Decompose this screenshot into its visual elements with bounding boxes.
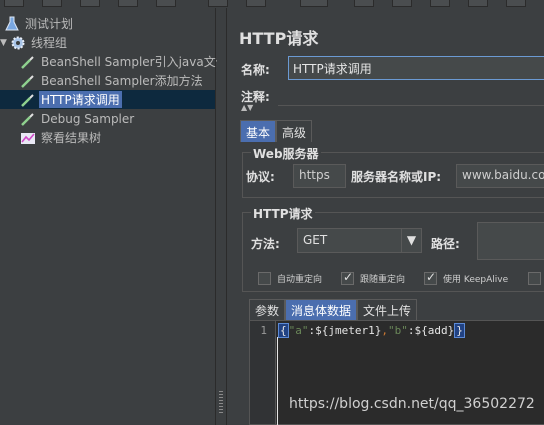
toolbar-button[interactable] <box>506 0 526 7</box>
expand-arrow-icon[interactable]: ▼ <box>0 38 10 48</box>
line-numbers: 1 <box>250 321 276 424</box>
pipette-icon <box>20 92 36 108</box>
tab-body-data[interactable]: 消息体数据 <box>285 299 358 320</box>
checkbox-extra[interactable] <box>528 272 544 285</box>
toolbar-button[interactable] <box>392 0 412 7</box>
checkbox[interactable] <box>528 272 541 285</box>
protocol-label: 协议: <box>246 170 275 184</box>
checkbox-keepalive[interactable]: 使用 KeepAlive <box>424 270 509 285</box>
path-input[interactable] <box>477 222 544 260</box>
toolbar-button[interactable] <box>208 0 228 7</box>
checkbox[interactable] <box>258 272 271 285</box>
tree-item-label: 测试计划 <box>25 17 74 31</box>
checkbox-label: 自动重定向 <box>277 275 323 285</box>
toolbar-button[interactable] <box>156 0 176 7</box>
json-key: "b" <box>387 324 408 337</box>
tree-item-label: 察看结果树 <box>41 131 102 145</box>
tree-item-label: Debug Sampler <box>41 111 135 126</box>
checkbox[interactable] <box>341 270 354 285</box>
toolbar-button[interactable] <box>354 0 374 7</box>
splitter-grip[interactable] <box>219 391 223 415</box>
tab-basic[interactable]: 基本 <box>240 120 277 142</box>
json-key: "a" <box>288 324 309 337</box>
tree-item-label: BeanShell Sampler添加方法 <box>41 74 203 88</box>
watermark: https://blog.csdn.net/qq_36502272 <box>289 396 535 412</box>
close-brace: } <box>454 323 465 338</box>
tree-item-beanshell-import[interactable]: BeanShell Sampler引入java文件 <box>20 52 230 71</box>
tab-advanced[interactable]: 高级 <box>276 120 313 142</box>
tree-item-http-request[interactable]: HTTP请求调用 <box>20 90 122 109</box>
checkbox-label: 使用 KeepAlive <box>443 275 509 285</box>
tree-item-results-tree[interactable]: 察看结果树 <box>20 128 103 147</box>
http-request-group-title: HTTP请求 <box>251 205 315 222</box>
text-cursor <box>277 337 278 425</box>
server-label: 服务器名称或IP: <box>351 170 442 184</box>
pipette-icon <box>20 54 36 70</box>
http-request-panel: HTTP请求 名称: HTTP请求调用 注释: ▲▼ 基本 高级 Web服务器 … <box>226 8 544 425</box>
tree-item-label: HTTP请求调用 <box>39 91 122 108</box>
tree-item-label: 线程组 <box>31 36 68 50</box>
path-label: 路径: <box>431 237 460 251</box>
server-input[interactable]: www.baidu.com <box>456 164 544 188</box>
body-tabs: 参数 消息体数据 文件上传 <box>249 299 418 320</box>
name-input[interactable]: HTTP请求调用 <box>288 56 544 80</box>
splitter[interactable] <box>217 8 226 425</box>
name-label: 名称: <box>241 63 270 77</box>
json-comma: , <box>381 324 388 337</box>
checkbox-follow-redirect[interactable]: 跟随重定向 <box>341 270 406 285</box>
checkbox[interactable] <box>424 270 437 285</box>
chart-icon <box>20 130 36 146</box>
tree-item-debug-sampler[interactable]: Debug Sampler <box>20 109 136 128</box>
method-value: GET <box>303 233 328 247</box>
tab-file-upload[interactable]: 文件上传 <box>357 299 418 320</box>
protocol-input[interactable]: https <box>293 164 346 188</box>
toolbar-button[interactable] <box>80 0 100 7</box>
dropdown-arrow-icon[interactable]: ▼ <box>401 229 421 252</box>
checkbox-label: 跟随重定向 <box>360 275 406 285</box>
web-server-group-title: Web服务器 <box>251 145 321 162</box>
settings-tabs: 基本 高级 <box>240 120 313 142</box>
tree-item-label: BeanShell Sampler引入java文件 <box>41 55 228 69</box>
page-title: HTTP请求 <box>239 29 319 48</box>
json-value: ${jmeter1} <box>315 324 382 337</box>
toolbar-button[interactable] <box>246 0 266 7</box>
tree-item-beanshell-method[interactable]: BeanShell Sampler添加方法 <box>20 71 205 90</box>
json-value: ${add} <box>414 324 455 337</box>
toolbar-button[interactable] <box>300 0 328 7</box>
toolbar <box>0 0 544 8</box>
method-select[interactable]: GET ▼ <box>297 228 422 253</box>
toolbar-button[interactable] <box>430 0 450 7</box>
toolbar-button[interactable] <box>468 0 488 7</box>
test-plan-tree[interactable]: 测试计划 ▼ 线程组 BeanShell Sampler引入java文件 Bea… <box>0 8 228 425</box>
tree-item-thread-group[interactable]: ▼ 线程组 <box>0 33 69 52</box>
method-label: 方法: <box>251 237 280 251</box>
tree-item-test-plan[interactable]: 测试计划 <box>4 14 75 33</box>
code-line[interactable]: {"a":${jmeter1},"b":${add}} <box>278 323 465 338</box>
toolbar-button[interactable] <box>4 0 24 7</box>
open-brace: { <box>278 323 289 338</box>
pipette-icon <box>20 111 36 127</box>
tab-parameters[interactable]: 参数 <box>249 299 286 320</box>
flask-icon <box>4 16 20 32</box>
checkbox-auto-redirect[interactable]: 自动重定向 <box>258 272 322 285</box>
collapse-arrows-icon[interactable]: ▲▼ <box>241 103 253 112</box>
gear-icon <box>10 35 26 51</box>
comment-input[interactable] <box>278 86 544 106</box>
toolbar-button[interactable] <box>118 0 138 7</box>
pipette-icon <box>20 73 36 89</box>
toolbar-button[interactable] <box>42 0 62 7</box>
